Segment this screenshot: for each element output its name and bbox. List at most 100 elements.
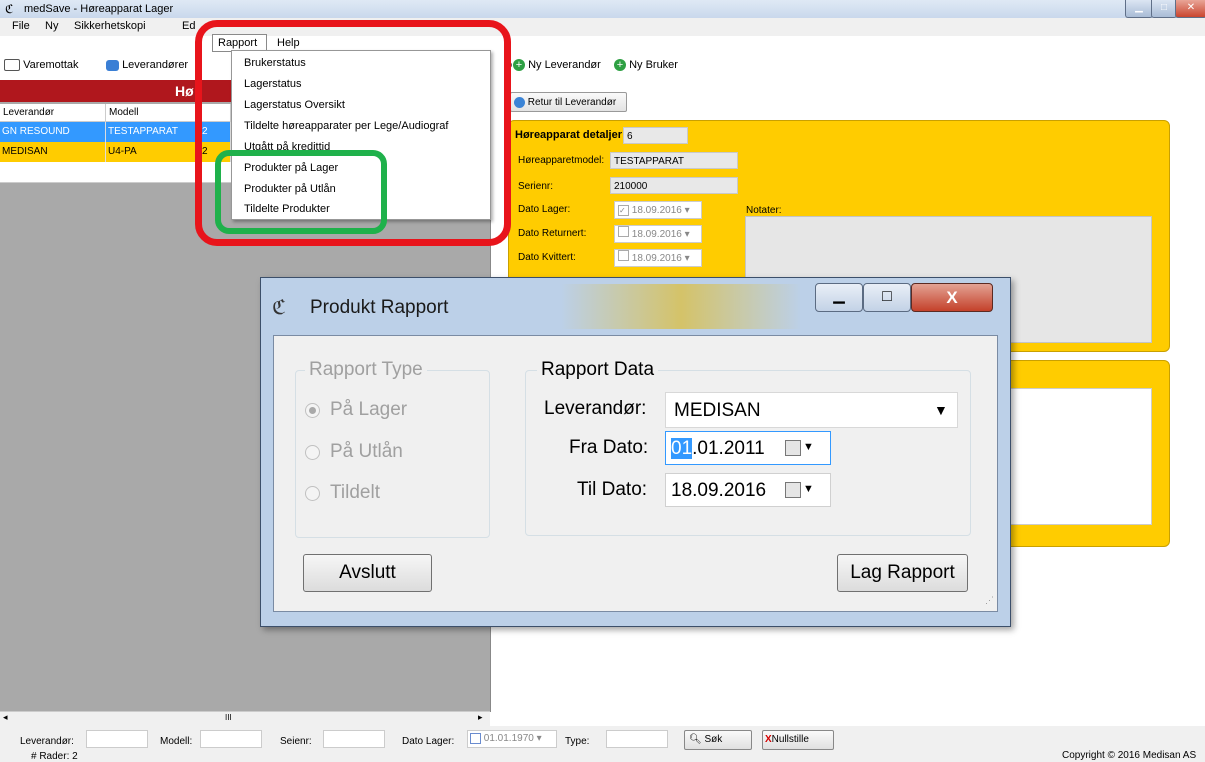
ny-bruker-button[interactable]: + Ny Bruker [614,59,678,72]
users-icon [106,59,119,71]
checkbox-icon[interactable] [618,250,629,261]
fra-dato-picker[interactable]: 01.01.2011 ▼ [665,431,831,465]
chevron-down-icon[interactable]: ▼ [934,402,948,418]
cell-leverandor: GN RESOUND [0,122,106,142]
serienr-field[interactable]: 210000 [610,177,738,194]
minimize-button[interactable]: ▁ [1125,0,1153,18]
copyright-text: Copyright © 2016 Medisan AS [1062,750,1197,761]
radio-tildelt-label[interactable]: Tildelt [330,482,380,504]
lag-rapport-button[interactable]: Lag Rapport [837,554,968,592]
cell-modell: U4-PA [106,142,200,162]
model-field[interactable]: TESTAPPARAT [610,152,738,169]
dialog-minimize-button[interactable]: ▁ [815,283,863,312]
checkbox-icon[interactable] [618,226,629,237]
fra-dato-label: Fra Dato: [569,437,649,458]
menu-sikkerhetskopi[interactable]: Sikkerhetskopi [74,20,146,32]
dialog-title: Produkt Rapport [310,297,449,318]
row-count: # Rader: 2 [31,751,78,762]
nullstille-button[interactable]: XNullstille [762,730,834,750]
filter-dato-lager-picker[interactable]: 01.01.1970 ▾ [467,730,557,748]
ny-leverandor-button[interactable]: + Ny Leverandør [513,59,601,72]
app-logo-icon: ℭ [5,2,14,16]
return-arrow-icon [514,96,525,108]
dato-kvittert-picker[interactable]: 18.09.2016 ▾ [614,249,702,267]
sok-button[interactable]: 🔍︎ Søk [684,730,752,750]
dialog-logo-icon: ℭ [272,297,287,319]
dato-lager-value: 18.09.2016 [631,205,682,216]
dato-kvittert-label: Dato Kvittert: [518,252,576,263]
dato-returnert-picker[interactable]: 18.09.2016 ▾ [614,225,702,243]
dato-kvittert-value: 18.09.2016 [631,253,682,264]
radio-selected-dot [309,407,316,414]
dialog-title-glass-reflection [561,284,801,329]
window-title: medSave - Høreapparat Lager [24,3,174,15]
scroll-right-icon[interactable]: ▸ [478,712,483,723]
retur-til-leverandor-button[interactable]: Retur til Leverandør [510,92,627,112]
scroll-left-icon[interactable]: ◂ [3,712,8,723]
add-circle-icon: + [513,59,525,72]
annotation-green-outline [215,150,387,234]
secondary-list[interactable] [1000,388,1152,525]
dato-lager-picker[interactable]: ✓ 18.09.2016 ▾ [614,201,702,219]
til-dato-value: 18.09.2016 [671,480,767,501]
column-header-leverandor[interactable]: Leverandør [0,104,106,122]
radio-pa-lager[interactable] [305,403,320,418]
rapport-data-label: Rapport Data [537,359,659,381]
radio-pa-lager-label[interactable]: På Lager [330,399,407,421]
leverandor-value: MEDISAN [674,400,761,421]
fra-dato-value: 01.01.2011 [671,438,765,460]
filter-type-input[interactable] [606,730,668,748]
calendar-icon[interactable] [785,482,801,498]
sok-label: Søk [704,734,723,745]
window-title-bar: ℭ medSave - Høreapparat Lager [0,0,1205,18]
notater-label: Notater: [746,205,782,216]
filter-serienr-input[interactable] [323,730,385,748]
resize-grip-icon[interactable]: ⋰ [985,595,994,606]
filter-serienr-label: Seienr: [280,736,312,747]
chevron-down-icon[interactable]: ▼ [803,483,814,495]
radio-tildelt[interactable] [305,486,320,501]
detail-id-field: 6 [623,127,688,144]
filter-leverandor-input[interactable] [86,730,148,748]
horizontal-scrollbar[interactable]: ◂ III ▸ [0,711,490,726]
column-header-modell[interactable]: Modell [106,104,200,122]
detail-title: Høreapparat detaljer [515,129,622,141]
avslutt-button[interactable]: Avslutt [303,554,432,592]
varemottak-button[interactable]: Varemottak [4,59,79,72]
nullstille-label: Nullstille [771,734,809,745]
til-dato-picker[interactable]: 18.09.2016 ▼ [665,473,831,507]
scroll-thumb-grip[interactable]: III [225,713,232,722]
rapport-type-label: Rapport Type [305,359,427,381]
dato-returnert-label: Dato Returnert: [518,228,587,239]
menu-file[interactable]: File [12,20,30,32]
calendar-icon[interactable] [785,440,801,456]
search-icon: 🔍︎ [689,734,702,745]
filter-dato-lager-label: Dato Lager: [402,736,455,747]
radio-pa-utlan[interactable] [305,445,320,460]
truck-icon [4,59,20,72]
cell-leverandor: MEDISAN [0,142,106,162]
chevron-down-icon[interactable]: ▼ [803,441,814,453]
fra-dato-day-selected: 01 [671,438,693,459]
model-label: Høreapparetmodel: [518,155,605,166]
menu-bar [0,18,1205,36]
filter-leverandor-label: Leverandør: [20,736,74,747]
dialog-close-button[interactable]: X [911,283,993,312]
leverandor-select[interactable]: MEDISAN ▼ [665,392,958,428]
checkbox-icon[interactable] [470,732,481,744]
filter-dato-lager-value: 01.01.1970 [483,733,534,744]
clear-x-icon: X [765,734,772,745]
dialog-maximize-button[interactable]: □ [863,283,911,312]
maximize-button[interactable]: □ [1151,0,1177,18]
menu-ny[interactable]: Ny [45,20,58,32]
radio-pa-utlan-label[interactable]: På Utlån [330,441,403,463]
ny-bruker-label: Ny Bruker [629,59,678,71]
menu-edit[interactable]: Ed [182,20,195,32]
leverandor-label: Leverandør: [544,398,647,419]
filter-type-label: Type: [565,736,590,747]
filter-modell-input[interactable] [200,730,262,748]
checkbox-checked-icon[interactable]: ✓ [618,205,629,216]
dato-lager-label: Dato Lager: [518,204,571,215]
leverandorer-button[interactable]: Leverandører [106,59,188,71]
close-button[interactable]: ✕ [1175,0,1205,18]
